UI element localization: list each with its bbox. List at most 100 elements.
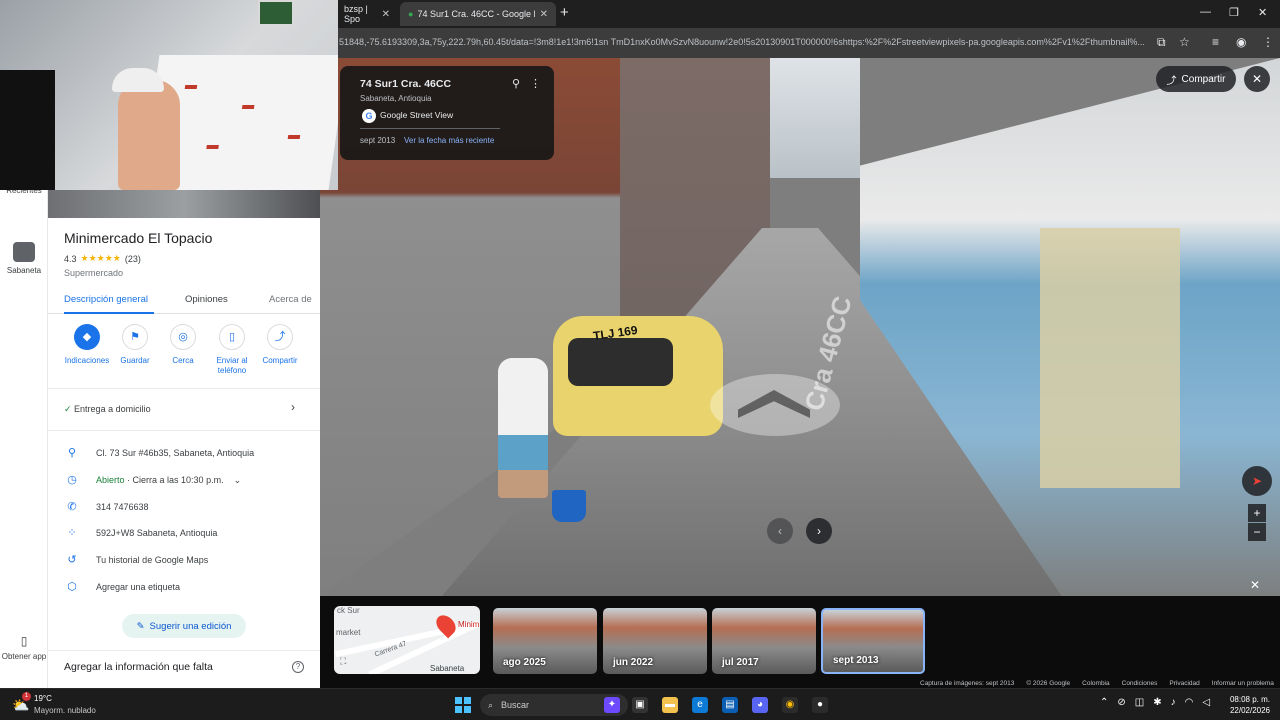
file-explorer-icon[interactable]: ▬ [662,697,678,713]
delivery-row[interactable]: ✓ Entrega a domicilio [64,404,151,415]
sv-share-button[interactable]: ⤴ Compartir [1156,66,1236,92]
privacy-link[interactable]: Privacidad [1169,680,1199,688]
phone-row[interactable]: ✆ 314 7476638 [48,500,320,516]
timeline-thumbnail[interactable]: jul 2017 [712,608,816,674]
weather-temp[interactable]: 19°C [34,694,52,703]
media-controls-icon[interactable]: ≡ [1212,35,1219,49]
maximize-icon[interactable]: ❐ [1229,6,1239,19]
tab-reviews[interactable]: Opiniones [185,294,228,305]
timeline-thumbnail[interactable]: ago 2025 [493,608,597,674]
network-icon[interactable]: ◫ [1135,697,1144,708]
edge-icon[interactable]: e [692,697,708,713]
address-row[interactable]: ⚲ Cl. 73 Sur #46b35, Sabaneta, Antioquia [48,446,320,462]
share-button[interactable]: ⤴ Compartir [251,324,309,366]
rating-value: 4.3 [64,253,77,264]
hours-text: Abierto · Cierra a las 10:30 p.m. ⌄ [96,475,241,486]
zoom-out-icon[interactable]: − [1248,523,1266,541]
get-app-button[interactable]: ▯ Obtener app [0,634,48,661]
timeline-thumbnail[interactable]: jun 2022 [603,608,707,674]
clock[interactable]: 08:08 p. m. 22/02/2026 [1224,694,1270,716]
start-button[interactable] [455,697,471,713]
close-window-icon[interactable]: ✕ [1258,6,1267,19]
close-street-view-icon[interactable]: ✕ [1244,66,1270,92]
history-row[interactable]: ↺ Tu historial de Google Maps [48,553,320,569]
mini-map[interactable]: ck Sur market Carrera 47 Minim Sabaneta … [334,606,480,674]
navigation-ring[interactable] [710,374,840,436]
rating-row[interactable]: 4.3 ★★★★★ (23) [64,253,141,264]
tab-about[interactable]: Acerca de [269,294,312,305]
url-field[interactable]: 51848,-75.6193309,3a,75y,222.79h,60.45t/… [339,37,1149,47]
bed-pattern [184,85,198,89]
chevron-up-icon[interactable]: ⌃ [1100,697,1108,708]
volume-icon[interactable]: ◁ [1202,697,1210,708]
place-category[interactable]: Supermercado [64,268,123,278]
terms-link[interactable]: Condiciones [1122,680,1158,688]
label-row[interactable]: ⬡ Agregar una etiqueta [48,580,320,596]
weather-desc[interactable]: Mayorm. nublado [34,706,96,715]
store-icon[interactable]: ▤ [722,697,738,713]
bluetooth-icon[interactable]: ✱ [1153,697,1161,708]
country-link[interactable]: Colombia [1082,680,1109,688]
directions-label: Indicaciones [64,356,110,365]
see-latest-date-link[interactable]: Ver la fecha más reciente [404,136,494,145]
recent-item-label: Sabaneta [6,266,42,275]
previous-date-icon[interactable]: ‹ [767,518,793,544]
hours-row[interactable]: ◷ Abierto · Cierra a las 10:30 p.m. ⌄ [48,473,320,489]
timeline-thumbnail-selected[interactable]: sept 2013 [821,608,925,674]
suggest-edit-button[interactable]: ✎ Sugerir una edición [122,614,246,638]
close-tab-icon[interactable]: ✕ [540,9,548,20]
clock-date: 22/02/2026 [1229,706,1270,715]
search-icon: ⌕ [488,699,494,710]
browser-menu-icon[interactable]: ⋮ [1262,35,1274,49]
recent-item-sabaneta[interactable]: Sabaneta [0,242,48,275]
browser-tab-active[interactable]: ● 74 Sur1 Cra. 46CC - Google Ma ✕ [400,2,556,26]
nearby-icon: ◎ [170,324,196,350]
more-options-icon[interactable]: ⋮ [530,77,541,90]
place-photo[interactable] [48,190,320,218]
zoom-in-icon[interactable]: + [1248,504,1266,522]
task-view-icon[interactable]: ▣ [632,697,648,713]
report-problem-link[interactable]: Informar un problema [1212,680,1274,688]
share-icon: ⤴ [267,324,293,350]
chrome-icon[interactable]: ◉ [782,697,798,713]
chevron-right-icon[interactable]: › [291,400,295,414]
plus-code-text: 592J+W8 Sabaneta, Antioquia [96,528,218,538]
copilot-icon[interactable]: ✦ [604,697,620,713]
send-to-phone-label: Enviar al teléfono [216,356,248,376]
close-tab-icon[interactable]: ✕ [382,9,390,20]
place-title: Minimercado El Topacio [64,230,213,246]
windows-logo-icon [464,697,471,704]
chevron-down-icon[interactable]: ⌄ [234,475,242,485]
tab-overview[interactable]: Descripción general [64,294,148,305]
app-icon[interactable]: ● [812,697,828,713]
discord-icon[interactable]: ◕ [752,697,768,713]
map-street-label: ck Sur [337,606,360,615]
help-icon[interactable]: ? [292,661,304,673]
expand-map-icon[interactable]: ⛶ [340,656,346,667]
close-filmstrip-icon[interactable]: ✕ [1250,578,1260,592]
hidden-icon[interactable]: ⊘ [1117,697,1125,708]
review-count[interactable]: (23) [125,254,141,264]
location-pin-icon[interactable]: ⚲ [512,77,520,90]
minimize-icon[interactable]: — [1200,6,1211,18]
map-town-label: Sabaneta [430,664,465,673]
bed-pattern [287,135,301,139]
plus-code-row[interactable]: ⁘ 592J+W8 Sabaneta, Antioquia [48,526,320,542]
timeline-date: jul 2017 [722,657,759,668]
next-date-icon[interactable]: › [806,518,832,544]
compass-icon[interactable]: ➤ [1242,466,1272,496]
location-pin-icon: ⚲ [67,447,77,459]
map-footer: Captura de imágenes: sept 2013 © 2026 Go… [920,680,1280,688]
bookmark-star-icon[interactable]: ☆ [1179,35,1190,49]
active-tab-indicator [64,312,154,314]
browser-tab[interactable]: bzsp | Spo ✕ [336,2,398,26]
divider [48,430,320,431]
install-app-icon[interactable]: ⧉ [1157,35,1166,50]
profile-avatar-icon[interactable]: ◉ [1236,35,1246,49]
phone-icon: ✆ [67,501,77,513]
microphone-icon[interactable]: ♪ [1171,697,1176,708]
wifi-icon[interactable]: ◠ [1185,697,1194,708]
windows-logo-icon [464,706,471,713]
phone-send-icon: ▯ [219,324,245,350]
new-tab-button[interactable]: + [560,4,569,21]
